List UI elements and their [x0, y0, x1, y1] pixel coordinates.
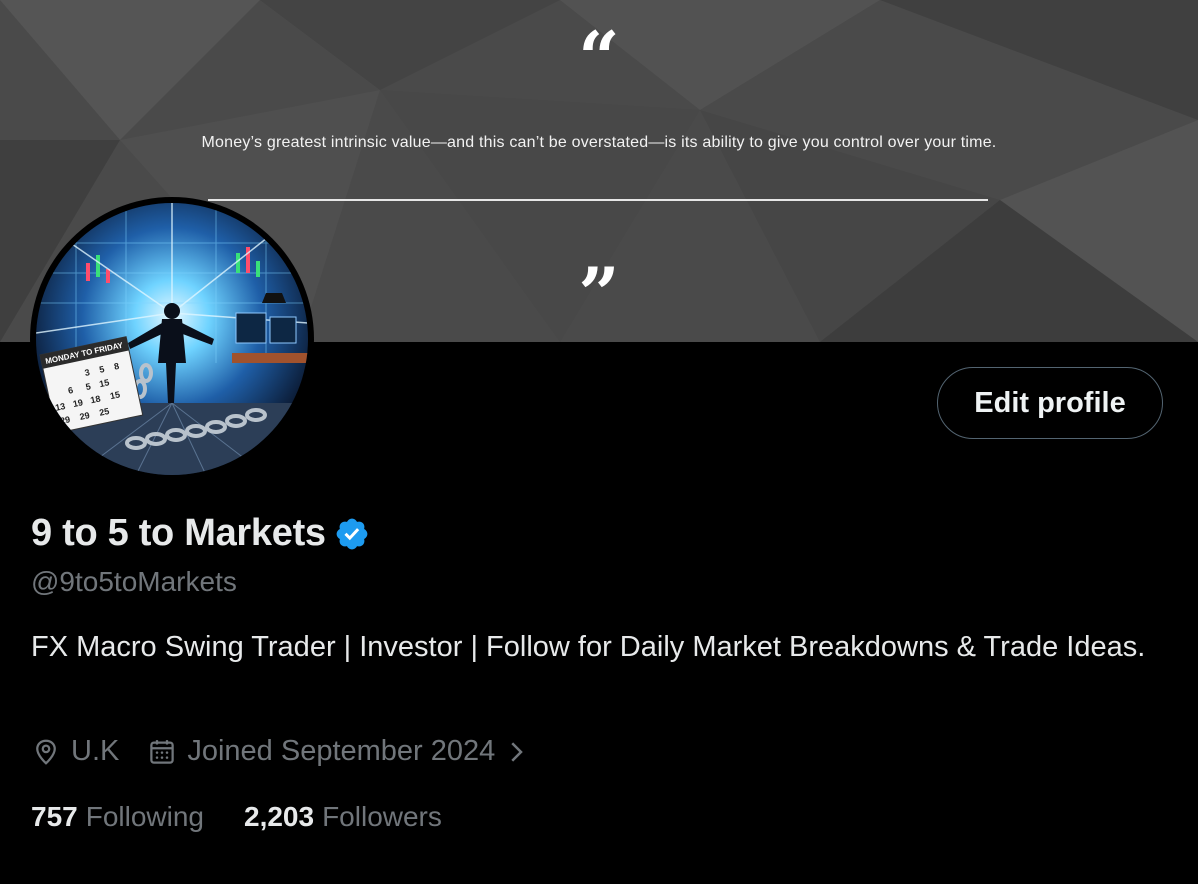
profile-stats-row: 757 Following 2,203 Followers — [31, 801, 442, 833]
edit-profile-button[interactable]: Edit profile — [937, 367, 1163, 439]
profile-name-row: 9 to 5 to Markets — [31, 512, 370, 555]
location-text: U.K — [71, 735, 120, 767]
avatar[interactable]: MONDAY TO FRIDAY 3 5 8 6 5 15 13 19 18 1… — [30, 197, 314, 481]
calendar-number: 25 — [98, 406, 110, 418]
profile-handle: @9to5toMarkets — [31, 566, 237, 597]
calendar-number: 18 — [90, 394, 102, 406]
calendar-number: 19 — [72, 397, 84, 409]
banner-quote-text: Money’s greatest intrinsic value—and thi… — [201, 134, 997, 151]
joined-text: Joined September 2024 — [187, 735, 496, 767]
calendar-icon — [150, 739, 175, 764]
profile-bio: FX Macro Swing Trader | Investor | Follo… — [31, 631, 1146, 663]
following-count: 757 — [31, 801, 78, 832]
chevron-right-icon — [511, 741, 524, 762]
calendar-number: 15 — [109, 389, 121, 401]
banner-divider — [208, 199, 988, 201]
avatar-image: MONDAY TO FRIDAY 3 5 8 6 5 15 13 19 18 1… — [36, 203, 308, 475]
calendar-number: 15 — [98, 377, 110, 389]
location-item: U.K — [31, 735, 119, 768]
followers-label: Followers — [322, 801, 442, 832]
followers-link[interactable]: 2,203 Followers — [244, 801, 442, 833]
profile-page: “ Money’s greatest intrinsic value—and t… — [0, 0, 1198, 884]
joined-item[interactable]: Joined September 2024 — [147, 735, 535, 768]
calendar-number: 29 — [79, 410, 91, 422]
followers-count: 2,203 — [244, 801, 315, 832]
profile-meta-row: U.K Joined September 2024 — [31, 735, 535, 768]
following-label: Following — [85, 801, 204, 832]
following-link[interactable]: 757 Following — [31, 801, 204, 833]
display-name: 9 to 5 to Markets — [31, 512, 326, 554]
calendar-number: 29 — [59, 414, 71, 426]
verified-badge-icon[interactable] — [334, 516, 370, 552]
calendar-number: 13 — [54, 401, 66, 413]
location-pin-icon — [36, 739, 56, 765]
quote-open-mark: “ — [578, 15, 620, 100]
